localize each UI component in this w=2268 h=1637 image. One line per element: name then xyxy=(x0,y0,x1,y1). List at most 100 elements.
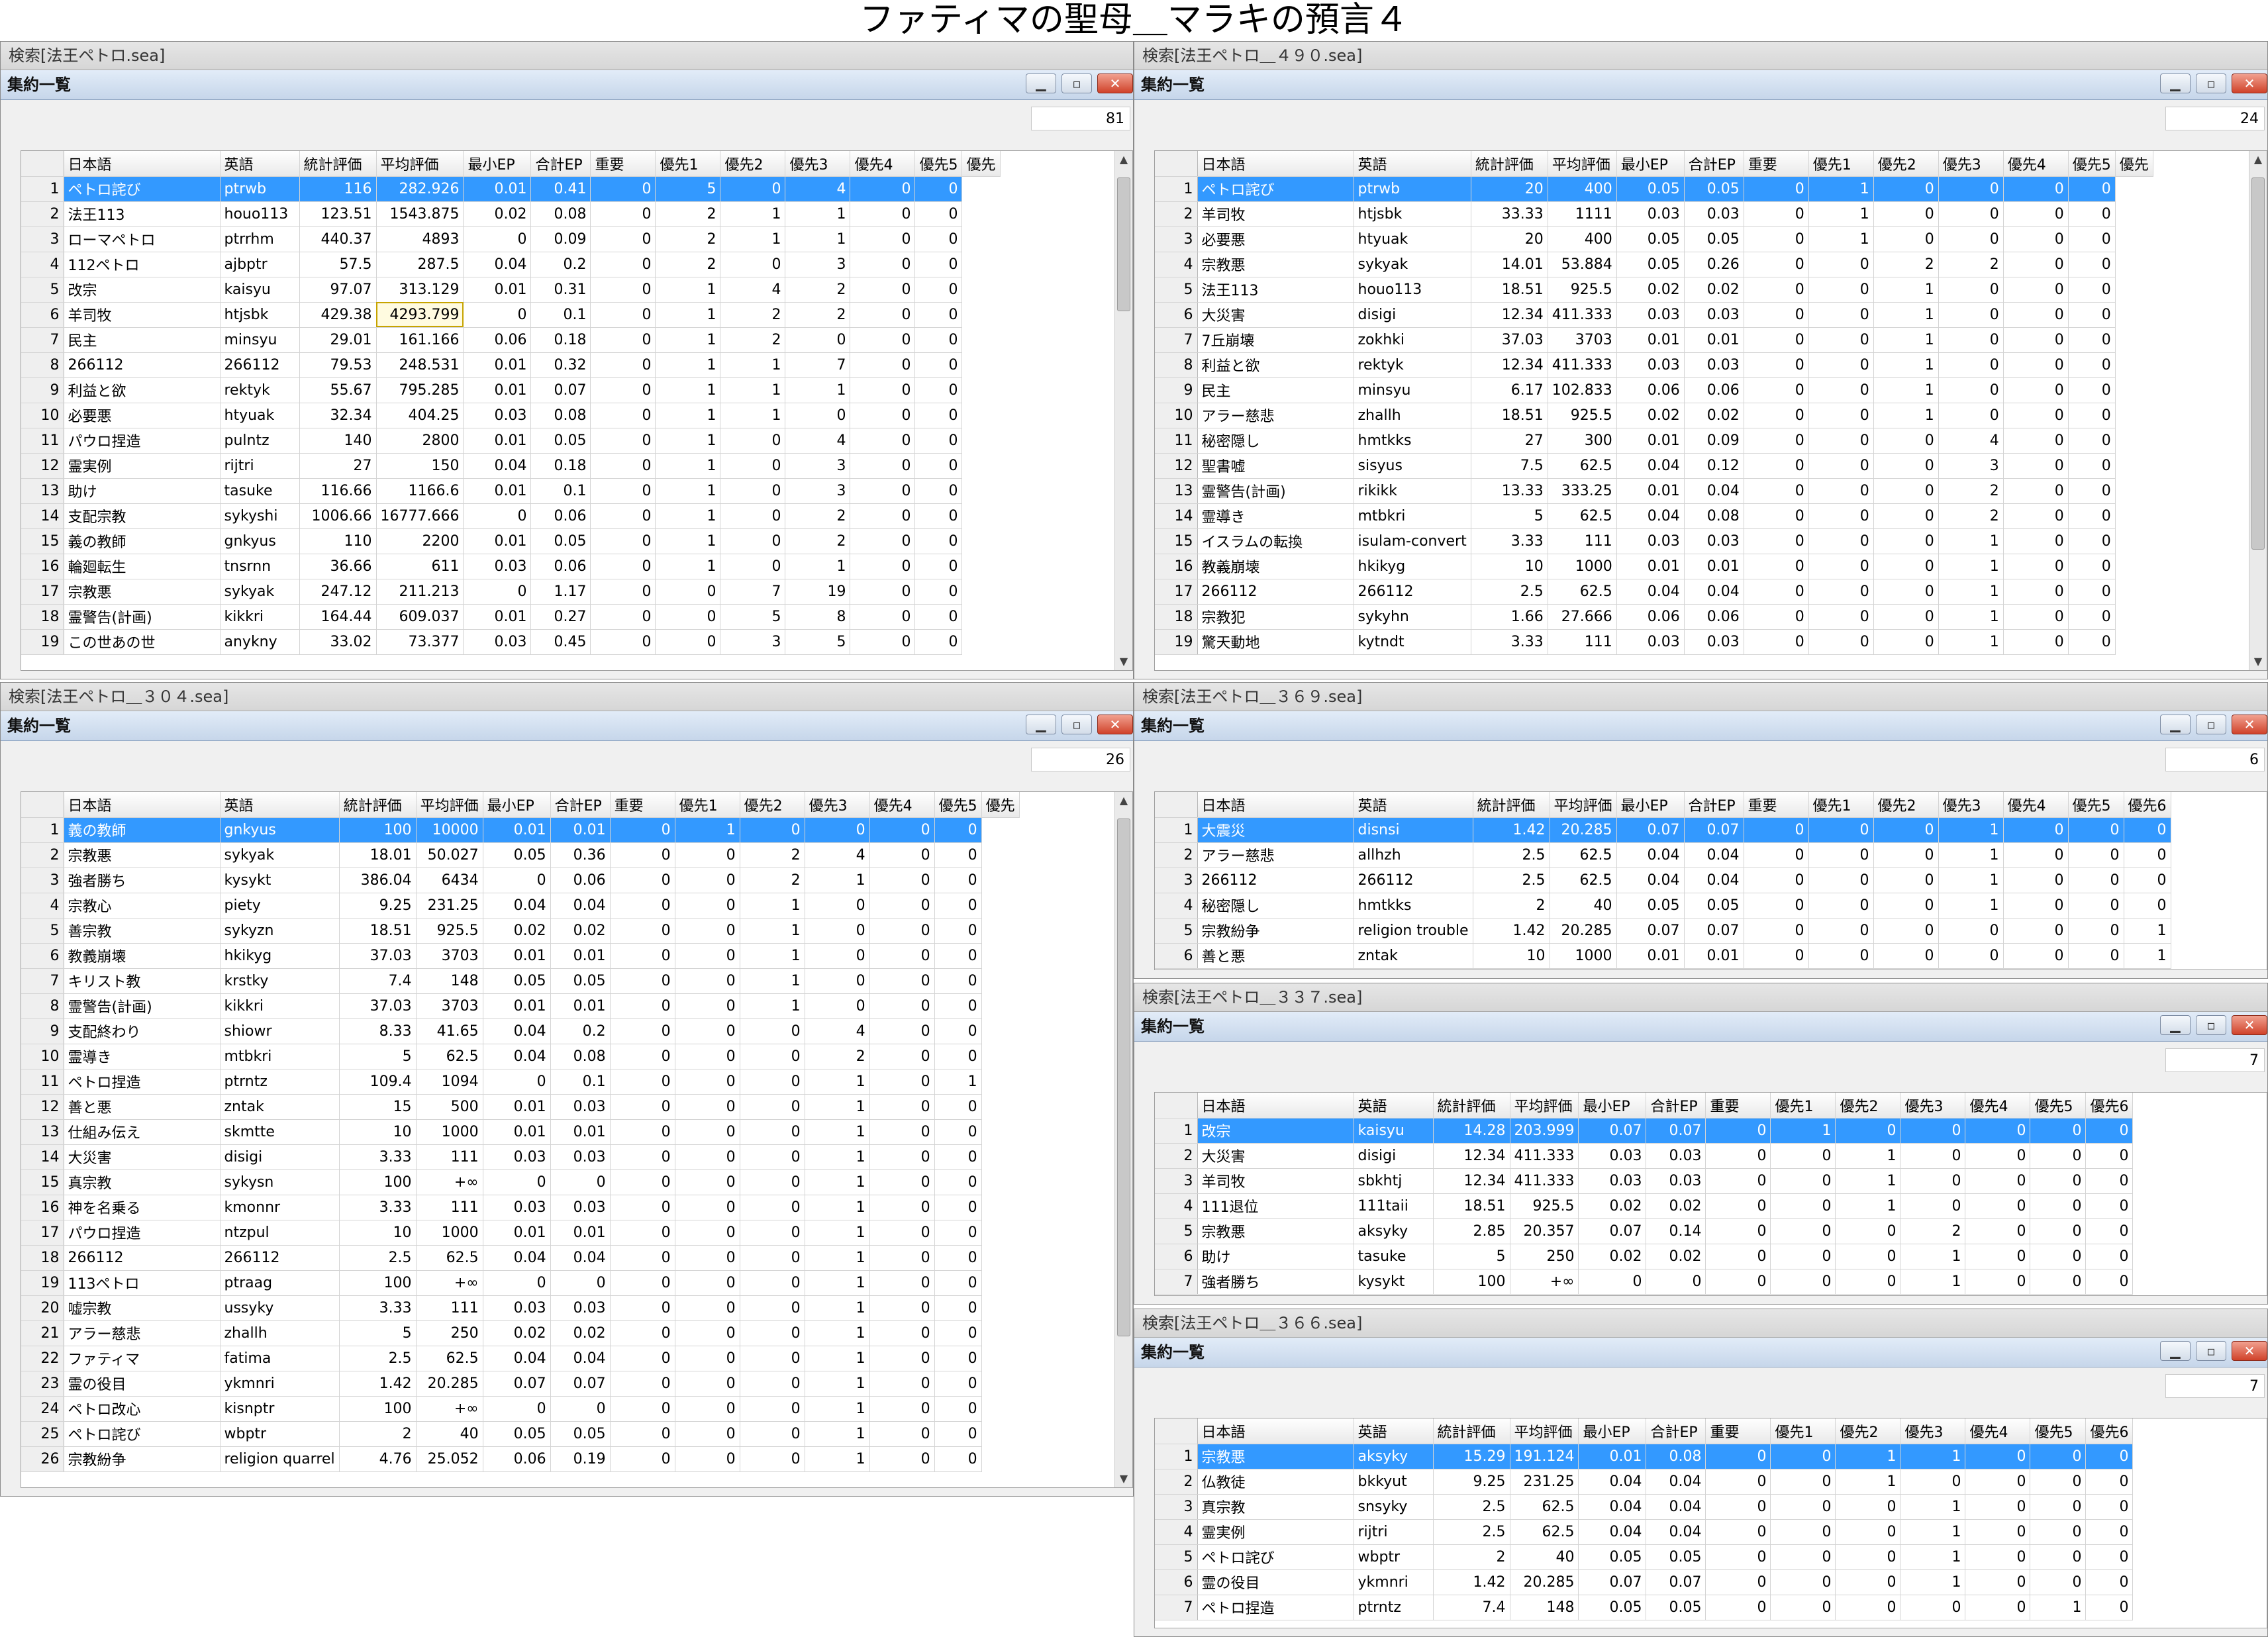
cell-value[interactable]: 0 xyxy=(785,403,851,428)
cell-value[interactable]: 203.999 xyxy=(1510,1118,1579,1144)
cell-japanese[interactable]: 善と悪 xyxy=(64,1094,221,1120)
cell-value[interactable]: 0.03 xyxy=(463,554,532,579)
cell-value[interactable]: 0 xyxy=(1808,528,1874,554)
cell-english[interactable]: hmtkks xyxy=(1354,428,1471,454)
column-header[interactable]: 英語 xyxy=(220,151,300,177)
cell-value[interactable]: 0 xyxy=(1808,918,1874,944)
cell-value[interactable]: 0 xyxy=(740,1371,805,1397)
table-row[interactable]: 19 113ペトロ ptraag 100 +∞ 0 0 0 0 0 1 0 0 xyxy=(21,1270,1019,1296)
cell-value[interactable]: 0.05 xyxy=(1646,1544,1706,1570)
cell-value[interactable]: 1 xyxy=(1873,277,1939,303)
cell-value[interactable]: 1 xyxy=(805,1346,870,1371)
cell-value[interactable]: 0 xyxy=(483,1396,551,1422)
cell-value[interactable]: 0 xyxy=(2068,817,2124,843)
column-header[interactable]: 優先3 xyxy=(1938,792,2004,818)
cell-english[interactable]: ykmnri xyxy=(1354,1569,1434,1595)
cell-value[interactable]: 0 xyxy=(740,1220,805,1246)
cell-value[interactable]: 0 xyxy=(740,1169,805,1195)
cell-value[interactable]: 0 xyxy=(1900,1469,1966,1495)
cell-value[interactable]: 2800 xyxy=(376,428,464,454)
cell-value[interactable]: 0.05 xyxy=(483,842,551,868)
cell-value[interactable]: 0 xyxy=(1808,453,1874,479)
table-row[interactable]: 9 利益と欲 rektyk 55.67 795.285 0.01 0.07 0 1 1 1 0 0 xyxy=(21,377,1000,403)
cell-value[interactable]: 0 xyxy=(2068,377,2116,403)
cell-value[interactable]: 1 xyxy=(805,1270,870,1296)
cell-value[interactable]: 0 xyxy=(2003,176,2069,202)
cell-value[interactable]: 0 xyxy=(2085,1569,2134,1595)
cell-value[interactable]: 0.01 xyxy=(483,1220,551,1246)
cell-value[interactable]: 1.17 xyxy=(530,579,591,605)
cell-value[interactable]: 0 xyxy=(1873,226,1939,252)
table-row[interactable]: 15 イスラムの転換 isulam-convert 3.33 111 0.03 0.03 0 0… xyxy=(1155,528,2153,554)
table-row[interactable]: 14 霊導き mtbkri 5 62.5 0.04 0.08 0 0 0 2 0 0 xyxy=(1155,503,2153,529)
cell-value[interactable]: 0 xyxy=(2068,842,2124,868)
cell-japanese[interactable]: この世あの世 xyxy=(64,629,221,655)
cell-value[interactable]: 0 xyxy=(1770,1544,1836,1570)
cell-value[interactable]: 0.01 xyxy=(483,943,551,969)
cell-value[interactable]: 33.02 xyxy=(299,629,377,655)
cell-japanese[interactable]: イスラムの転換 xyxy=(1197,528,1354,554)
cell-value[interactable]: 0.02 xyxy=(1616,277,1685,303)
cell-value[interactable]: 0 xyxy=(1770,1469,1836,1495)
cell-value[interactable]: 0 xyxy=(2068,943,2124,969)
cell-value[interactable]: 0 xyxy=(850,453,916,479)
cell-value[interactable]: 0.03 xyxy=(550,1094,611,1120)
cell-value[interactable]: 411.333 xyxy=(1548,302,1617,328)
cell-value[interactable]: 1 xyxy=(805,1245,870,1271)
table-row[interactable]: 1 ペトロ詫び ptrwb 116 282.926 0.01 0.41 0 5 0 4 0 0 xyxy=(21,176,1000,202)
cell-value[interactable]: 0 xyxy=(869,1446,935,1472)
cell-value[interactable]: 0 xyxy=(1744,918,1809,944)
cell-value[interactable]: 0.03 xyxy=(1684,629,1744,655)
scroll-up-icon[interactable]: ▲ xyxy=(1115,792,1132,809)
cell-english[interactable]: hkikyg xyxy=(1354,554,1471,579)
cell-english[interactable]: tnsrnn xyxy=(220,554,300,579)
column-header[interactable]: 統計評価 xyxy=(1471,151,1548,177)
column-header[interactable]: 優先5 xyxy=(934,792,982,818)
cell-value[interactable]: 0 xyxy=(934,1396,982,1422)
cell-value[interactable]: 1 xyxy=(655,453,721,479)
cell-value[interactable]: 3703 xyxy=(416,993,483,1019)
maximize-button[interactable]: ▫ xyxy=(2196,715,2226,734)
cell-japanese[interactable]: 嘘宗教 xyxy=(64,1295,221,1321)
cell-value[interactable]: 0 xyxy=(2030,1544,2087,1570)
cell-japanese[interactable]: 改宗 xyxy=(64,277,221,303)
cell-value[interactable]: 0 xyxy=(2003,943,2069,969)
table-row[interactable]: 8 霊警告(計画) kikkri 37.03 3703 0.01 0.01 0 0 1 0 0 0 xyxy=(21,993,1019,1019)
column-header[interactable]: 優先4 xyxy=(869,792,935,818)
cell-value[interactable]: 0 xyxy=(914,428,963,454)
cell-japanese[interactable]: ペトロ捏造 xyxy=(1197,1595,1354,1620)
column-header[interactable]: 最小EP xyxy=(483,792,551,818)
cell-english[interactable]: disnsi xyxy=(1354,817,1473,843)
cell-value[interactable]: 2.5 xyxy=(339,1245,417,1271)
cell-value[interactable]: 0.05 xyxy=(530,428,591,454)
cell-value[interactable]: 0.04 xyxy=(483,1245,551,1271)
column-header[interactable]: 平均評価 xyxy=(1550,792,1617,818)
cell-value[interactable]: 0.02 xyxy=(1684,403,1744,428)
cell-value[interactable]: 0.07 xyxy=(1646,1118,1706,1144)
cell-english[interactable]: ptrntz xyxy=(1354,1595,1434,1620)
cell-value[interactable]: 4293.799 xyxy=(376,302,464,328)
cell-value[interactable]: 29.01 xyxy=(299,327,377,353)
cell-value[interactable]: 0 xyxy=(914,302,963,328)
cell-value[interactable]: 0 xyxy=(2003,503,2069,529)
cell-value[interactable]: 0 xyxy=(590,327,656,353)
cell-value[interactable]: 0 xyxy=(590,453,656,479)
cell-value[interactable]: 7.4 xyxy=(339,968,417,994)
cell-value[interactable]: 2.5 xyxy=(339,1346,417,1371)
cell-value[interactable]: 0 xyxy=(1835,1519,1901,1545)
cell-value[interactable]: 0 xyxy=(740,1119,805,1145)
column-header[interactable]: 日本語 xyxy=(1197,792,1354,818)
cell-value[interactable]: 0.01 xyxy=(1578,1444,1647,1469)
cell-value[interactable]: 0 xyxy=(590,428,656,454)
cell-japanese[interactable]: 驚天動地 xyxy=(1197,629,1354,655)
cell-value[interactable]: 0 xyxy=(850,428,916,454)
cell-japanese[interactable]: 改宗 xyxy=(1197,1118,1354,1144)
cell-value[interactable]: 55.67 xyxy=(299,377,377,403)
cell-value[interactable]: 0.05 xyxy=(1646,1595,1706,1620)
cell-value[interactable]: 0.01 xyxy=(463,478,532,504)
table-row[interactable]: 16 神を名乗る kmonnr 3.33 111 0.03 0.03 0 0 0 1 0 0 xyxy=(21,1195,1019,1220)
cell-value[interactable]: 0 xyxy=(675,1195,740,1220)
cell-value[interactable]: 0 xyxy=(590,201,656,227)
cell-value[interactable]: 609.037 xyxy=(376,604,464,630)
cell-value[interactable]: 3 xyxy=(785,453,851,479)
